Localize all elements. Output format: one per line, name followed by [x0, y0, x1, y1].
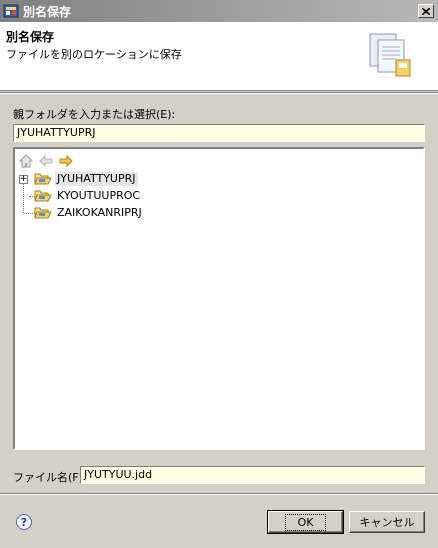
tree-item[interactable]: KYOUTUUPROC	[17, 188, 421, 205]
folder-open-icon	[34, 173, 52, 185]
footer-separator	[0, 493, 438, 495]
app-icon	[3, 3, 19, 19]
save-as-banner-icon	[369, 33, 411, 77]
tree-item[interactable]: + JYUHATTYUPRJ	[17, 171, 421, 188]
tree-item-label[interactable]: KYOUTUUPROC	[55, 189, 142, 203]
cancel-button[interactable]: キャンセル	[349, 511, 425, 533]
dialog-header: 別名保存 ファイルを別のロケーションに保存	[0, 22, 438, 91]
window-title: 別名保存	[23, 4, 72, 19]
close-button[interactable]	[418, 4, 434, 18]
ok-button[interactable]: OK	[267, 510, 344, 534]
back-arrow-icon[interactable]	[38, 153, 54, 169]
title-bar: 別名保存	[0, 0, 438, 22]
ok-button-label: OK	[284, 513, 327, 531]
folder-open-icon	[34, 190, 52, 202]
help-icon[interactable]: ?	[16, 514, 32, 530]
file-name-input[interactable]: JYUTYUU.jdd	[80, 466, 425, 484]
close-icon	[422, 7, 430, 15]
home-icon[interactable]	[18, 153, 34, 169]
file-name-label: ファイル名(F):	[13, 471, 87, 484]
header-title: 別名保存	[6, 30, 55, 44]
folder-tree-panel: + JYUHATTYUPRJ KYOUTUUPROC ZAIKOKANRIPRJ	[13, 147, 425, 450]
tree-item[interactable]: ZAIKOKANRIPRJ	[17, 205, 421, 222]
forward-arrow-icon[interactable]	[58, 153, 74, 169]
expand-icon[interactable]: +	[19, 175, 28, 184]
tree-item-label[interactable]: JYUHATTYUPRJ	[55, 172, 138, 186]
header-subtitle: ファイルを別のロケーションに保存	[6, 48, 182, 61]
folder-tree: + JYUHATTYUPRJ KYOUTUUPROC ZAIKOKANRIPRJ	[17, 171, 421, 222]
tree-toolbar	[18, 152, 74, 170]
header-separator	[0, 92, 438, 94]
parent-folder-label: 親フォルダを入力または選択(E):	[13, 108, 176, 121]
cancel-button-label: キャンセル	[359, 516, 415, 529]
folder-open-icon	[34, 207, 52, 219]
parent-folder-input[interactable]: JYUHATTYUPRJ	[13, 124, 425, 142]
tree-item-label[interactable]: ZAIKOKANRIPRJ	[55, 206, 144, 220]
